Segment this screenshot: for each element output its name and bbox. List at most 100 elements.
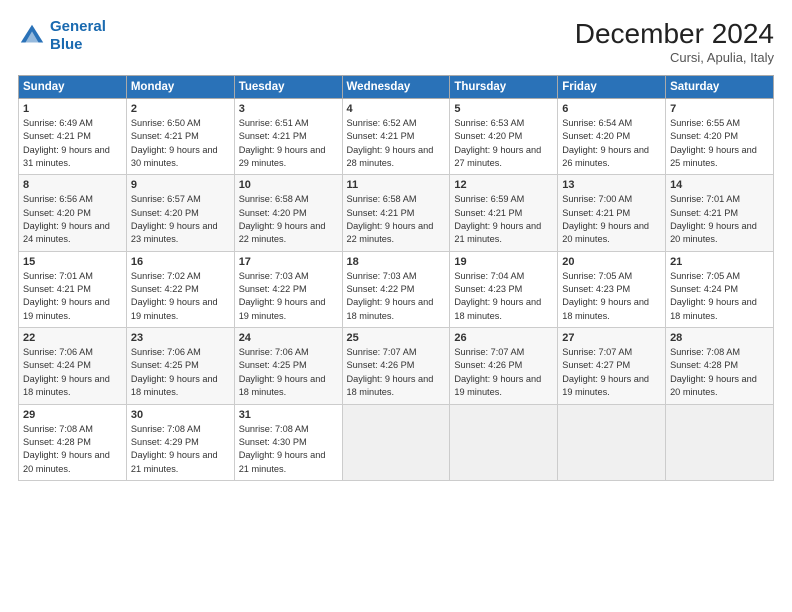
calendar-cell: [558, 404, 666, 480]
day-number: 9: [131, 179, 230, 191]
calendar-cell: 24 Sunrise: 7:06 AMSunset: 4:25 PMDayligh…: [234, 328, 342, 404]
calendar-cell: 3 Sunrise: 6:51 AMSunset: 4:21 PMDaylight…: [234, 99, 342, 175]
day-number: 15: [23, 256, 122, 268]
logo-icon: [18, 22, 46, 50]
day-number: 2: [131, 103, 230, 115]
day-number: 3: [239, 103, 338, 115]
calendar-cell: 12 Sunrise: 6:59 AMSunset: 4:21 PMDayligh…: [450, 175, 558, 251]
day-number: 23: [131, 332, 230, 344]
day-info: Sunrise: 6:55 AMSunset: 4:20 PMDaylight:…: [670, 117, 769, 170]
calendar-cell: 21Sunrise: 7:05 AMSunset: 4:24 PMDayligh…: [666, 251, 774, 327]
day-info: Sunrise: 7:01 AMSunset: 4:21 PMDaylight:…: [23, 270, 122, 323]
day-info: Sunrise: 7:03 AMSunset: 4:22 PMDaylight:…: [347, 270, 446, 323]
day-info: Sunrise: 6:52 AMSunset: 4:21 PMDaylight:…: [347, 117, 446, 170]
calendar-cell: [450, 404, 558, 480]
day-info: Sunrise: 7:00 AMSunset: 4:21 PMDaylight:…: [562, 193, 661, 246]
calendar-cell: 1 Sunrise: 6:49 AMSunset: 4:21 PMDaylight…: [19, 99, 127, 175]
day-number: 8: [23, 179, 122, 191]
day-number: 22: [23, 332, 122, 344]
day-number: 7: [670, 103, 769, 115]
week-row-3: 15 Sunrise: 7:01 AMSunset: 4:21 PMDayligh…: [19, 251, 774, 327]
calendar-header-row: SundayMondayTuesdayWednesdayThursdayFrid…: [19, 76, 774, 99]
calendar-cell: 27Sunrise: 7:07 AMSunset: 4:27 PMDayligh…: [558, 328, 666, 404]
day-info: Sunrise: 7:06 AMSunset: 4:24 PMDaylight:…: [23, 346, 122, 399]
calendar-cell: 16 Sunrise: 7:02 AMSunset: 4:22 PMDayligh…: [126, 251, 234, 327]
day-number: 4: [347, 103, 446, 115]
day-number: 17: [239, 256, 338, 268]
header: General Blue December 2024 Cursi, Apulia…: [18, 18, 774, 65]
calendar-cell: 5Sunrise: 6:53 AMSunset: 4:20 PMDaylight…: [450, 99, 558, 175]
calendar-cell: 17 Sunrise: 7:03 AMSunset: 4:22 PMDayligh…: [234, 251, 342, 327]
day-number: 31: [239, 409, 338, 421]
day-number: 11: [347, 179, 446, 191]
day-info: Sunrise: 6:51 AMSunset: 4:21 PMDaylight:…: [239, 117, 338, 170]
day-info: Sunrise: 7:07 AMSunset: 4:26 PMDaylight:…: [454, 346, 553, 399]
location: Cursi, Apulia, Italy: [575, 50, 774, 65]
calendar-cell: 6 Sunrise: 6:54 AMSunset: 4:20 PMDaylight…: [558, 99, 666, 175]
calendar-cell: [666, 404, 774, 480]
week-row-4: 22 Sunrise: 7:06 AMSunset: 4:24 PMDayligh…: [19, 328, 774, 404]
day-info: Sunrise: 6:49 AMSunset: 4:21 PMDaylight:…: [23, 117, 122, 170]
title-block: December 2024 Cursi, Apulia, Italy: [575, 18, 774, 65]
calendar-cell: 11 Sunrise: 6:58 AMSunset: 4:21 PMDayligh…: [342, 175, 450, 251]
calendar-cell: 9 Sunrise: 6:57 AMSunset: 4:20 PMDaylight…: [126, 175, 234, 251]
col-header-sunday: Sunday: [19, 76, 127, 99]
calendar-cell: [342, 404, 450, 480]
calendar-body: 1 Sunrise: 6:49 AMSunset: 4:21 PMDaylight…: [19, 99, 774, 481]
day-number: 28: [670, 332, 769, 344]
calendar-cell: 23Sunrise: 7:06 AMSunset: 4:25 PMDayligh…: [126, 328, 234, 404]
calendar-cell: 29Sunrise: 7:08 AMSunset: 4:28 PMDayligh…: [19, 404, 127, 480]
day-info: Sunrise: 7:05 AMSunset: 4:23 PMDaylight:…: [562, 270, 661, 323]
day-info: Sunrise: 7:04 AMSunset: 4:23 PMDaylight:…: [454, 270, 553, 323]
day-number: 14: [670, 179, 769, 191]
day-number: 21: [670, 256, 769, 268]
day-number: 18: [347, 256, 446, 268]
col-header-wednesday: Wednesday: [342, 76, 450, 99]
calendar-cell: 22 Sunrise: 7:06 AMSunset: 4:24 PMDayligh…: [19, 328, 127, 404]
calendar-cell: 31 Sunrise: 7:08 AMSunset: 4:30 PMDayligh…: [234, 404, 342, 480]
day-info: Sunrise: 6:56 AMSunset: 4:20 PMDaylight:…: [23, 193, 122, 246]
day-number: 25: [347, 332, 446, 344]
calendar-cell: 20Sunrise: 7:05 AMSunset: 4:23 PMDayligh…: [558, 251, 666, 327]
calendar-cell: 30 Sunrise: 7:08 AMSunset: 4:29 PMDayligh…: [126, 404, 234, 480]
calendar-cell: 26 Sunrise: 7:07 AMSunset: 4:26 PMDayligh…: [450, 328, 558, 404]
day-info: Sunrise: 7:08 AMSunset: 4:30 PMDaylight:…: [239, 423, 338, 476]
day-info: Sunrise: 7:06 AMSunset: 4:25 PMDaylight:…: [239, 346, 338, 399]
day-number: 1: [23, 103, 122, 115]
calendar-cell: 28Sunrise: 7:08 AMSunset: 4:28 PMDayligh…: [666, 328, 774, 404]
col-header-saturday: Saturday: [666, 76, 774, 99]
day-info: Sunrise: 6:59 AMSunset: 4:21 PMDaylight:…: [454, 193, 553, 246]
month-title: December 2024: [575, 18, 774, 50]
day-number: 19: [454, 256, 553, 268]
week-row-1: 1 Sunrise: 6:49 AMSunset: 4:21 PMDaylight…: [19, 99, 774, 175]
logo-text: General Blue: [50, 18, 106, 54]
logo-line2: Blue: [50, 36, 83, 53]
day-info: Sunrise: 6:57 AMSunset: 4:20 PMDaylight:…: [131, 193, 230, 246]
day-number: 13: [562, 179, 661, 191]
calendar-table: SundayMondayTuesdayWednesdayThursdayFrid…: [18, 75, 774, 481]
calendar-cell: 13 Sunrise: 7:00 AMSunset: 4:21 PMDayligh…: [558, 175, 666, 251]
calendar-cell: 15 Sunrise: 7:01 AMSunset: 4:21 PMDayligh…: [19, 251, 127, 327]
day-info: Sunrise: 6:53 AMSunset: 4:20 PMDaylight:…: [454, 117, 553, 170]
col-header-monday: Monday: [126, 76, 234, 99]
day-info: Sunrise: 6:58 AMSunset: 4:20 PMDaylight:…: [239, 193, 338, 246]
day-info: Sunrise: 7:07 AMSunset: 4:26 PMDaylight:…: [347, 346, 446, 399]
day-info: Sunrise: 7:01 AMSunset: 4:21 PMDaylight:…: [670, 193, 769, 246]
day-number: 12: [454, 179, 553, 191]
col-header-friday: Friday: [558, 76, 666, 99]
day-info: Sunrise: 7:02 AMSunset: 4:22 PMDaylight:…: [131, 270, 230, 323]
day-number: 30: [131, 409, 230, 421]
day-info: Sunrise: 6:54 AMSunset: 4:20 PMDaylight:…: [562, 117, 661, 170]
day-number: 24: [239, 332, 338, 344]
day-info: Sunrise: 7:08 AMSunset: 4:29 PMDaylight:…: [131, 423, 230, 476]
calendar-cell: 2Sunrise: 6:50 AMSunset: 4:21 PMDaylight…: [126, 99, 234, 175]
week-row-5: 29Sunrise: 7:08 AMSunset: 4:28 PMDayligh…: [19, 404, 774, 480]
day-number: 16: [131, 256, 230, 268]
col-header-tuesday: Tuesday: [234, 76, 342, 99]
day-number: 10: [239, 179, 338, 191]
day-info: Sunrise: 7:03 AMSunset: 4:22 PMDaylight:…: [239, 270, 338, 323]
day-number: 26: [454, 332, 553, 344]
day-number: 6: [562, 103, 661, 115]
day-info: Sunrise: 6:58 AMSunset: 4:21 PMDaylight:…: [347, 193, 446, 246]
logo: General Blue: [18, 18, 106, 54]
